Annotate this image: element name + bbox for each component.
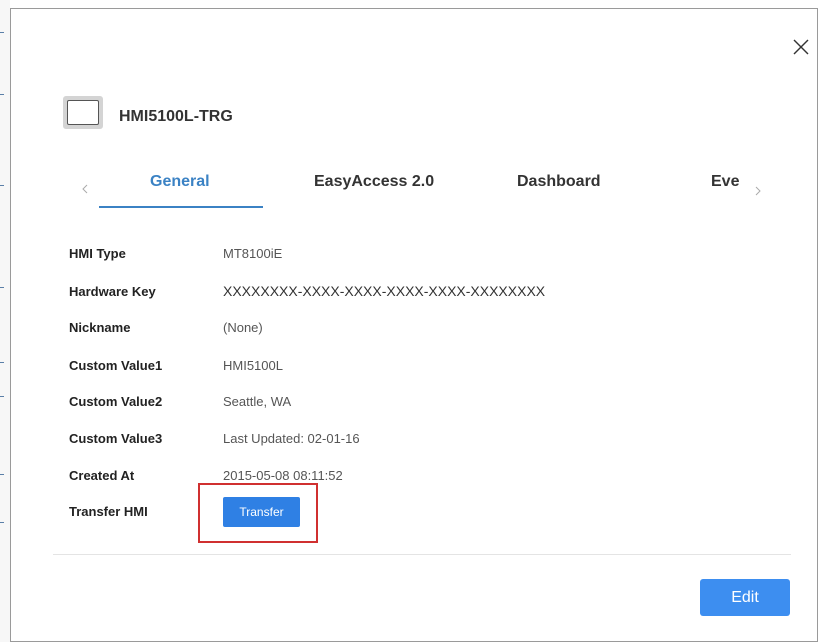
backdrop-tick [0,474,4,475]
detail-label-nickname: Nickname [69,320,131,335]
backdrop-tick [0,396,4,397]
detail-value-custom-value3: Last Updated: 02-01-16 [223,431,360,446]
edit-button[interactable]: Edit [700,579,790,616]
tab-scroll-left-button[interactable] [81,181,91,194]
device-name: HMI5100L-TRG [119,108,233,125]
tab-general[interactable]: General [150,173,210,191]
detail-label-custom-value3: Custom Value3 [69,431,163,446]
device-detail-dialog: HMI5100L-TRG General EasyAccess 2.0 Dash… [10,8,818,642]
detail-value-created-at: 2015-05-08 08:11:52 [223,468,343,483]
backdrop-tick [0,522,4,523]
chevron-right-icon [755,186,761,196]
close-button[interactable] [789,35,813,59]
backdrop [0,0,10,642]
detail-label-custom-value2: Custom Value2 [69,394,163,409]
transfer-button[interactable]: Transfer [223,497,300,527]
tab-scroll-right-button[interactable] [753,183,763,196]
backdrop-tick [0,185,4,186]
detail-value-custom-value1: HMI5100L [223,358,283,373]
tab-easyaccess[interactable]: EasyAccess 2.0 [314,173,434,191]
detail-label-hardware-key: Hardware Key [69,284,156,299]
active-tab-indicator [99,206,263,208]
detail-label-created-at: Created At [69,468,135,483]
backdrop-tick [0,362,4,363]
detail-label-transfer-hmi: Transfer HMI [69,504,148,519]
detail-label-custom-value1: Custom Value1 [69,358,163,373]
backdrop-tick [0,94,4,95]
backdrop-tick [0,287,4,288]
tab-events[interactable]: Eve [711,173,739,191]
tab-dashboard[interactable]: Dashboard [517,173,601,191]
detail-value-hmi-type: MT8100iE [223,246,283,261]
footer-divider [53,554,791,555]
detail-value-custom-value2: Seattle, WA [223,394,292,409]
backdrop-tick [0,32,4,33]
device-screen-icon [63,96,103,129]
close-icon [793,39,809,55]
detail-value-nickname: (None) [223,320,263,335]
chevron-left-icon [82,184,88,194]
detail-label-hmi-type: HMI Type [69,246,126,261]
detail-value-hardware-key: XXXXXXXX-XXXX-XXXX-XXXX-XXXX-XXXXXXXX [223,283,546,299]
